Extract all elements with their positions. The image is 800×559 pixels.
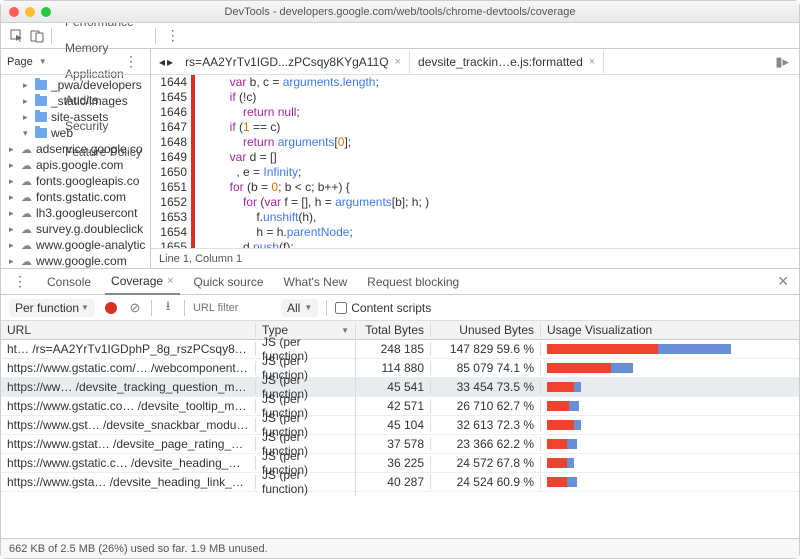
device-toggle-icon[interactable] (27, 26, 47, 46)
file-tab[interactable]: devsite_trackin…e.js:formatted× (410, 51, 604, 73)
export-button[interactable]: ⭳ (160, 300, 176, 316)
page-pane-header[interactable]: Page ▼ ⋮ (1, 49, 150, 75)
record-button[interactable] (103, 300, 119, 316)
content-scripts-checkbox[interactable]: Content scripts (335, 301, 431, 315)
drawer-tab-quick-source[interactable]: Quick source (188, 269, 270, 295)
code-editor[interactable]: var b, c = arguments.length; if (!c) ret… (195, 75, 799, 248)
tree-item[interactable]: ▸☁www.google.com (1, 253, 150, 268)
table-row[interactable]: https://www.gst… /devsite_snackbar_modul… (1, 416, 799, 435)
coverage-toolbar: Per function▼ ⊘ ⭳ All▼ Content scripts (1, 295, 799, 321)
file-tree: ▸_pwa/developers▸_static/images▸site-ass… (1, 75, 150, 268)
window-title: DevTools - developers.google.com/web/too… (1, 6, 799, 18)
cloud-icon: ☁ (21, 191, 32, 204)
cloud-icon: ☁ (21, 143, 32, 156)
table-row[interactable]: ht… /rs=AA2YrTv1IGDphP_8g_rszPCsqy8KYgA1… (1, 340, 799, 359)
nav-forward-icon[interactable]: ▸ (167, 55, 173, 69)
folder-icon (35, 128, 47, 138)
tree-item[interactable]: ▾web (1, 125, 150, 141)
tree-item[interactable]: ▸_static/images (1, 93, 150, 109)
main-tabstrip: ElementsConsoleSourcesNetworkPerformance… (1, 23, 799, 49)
cloud-icon: ☁ (21, 159, 32, 172)
per-function-select[interactable]: Per function▼ (9, 299, 95, 317)
window-titlebar: DevTools - developers.google.com/web/too… (1, 1, 799, 23)
drawer-tab-what's-new[interactable]: What's New (278, 269, 354, 295)
close-icon[interactable]: × (167, 275, 173, 287)
editor-status: Line 1, Column 1 (151, 248, 799, 268)
code-pane: ◂ ▸ rs=AA2YrTv1IGD...zPCsqy8KYgA11Q×devs… (151, 49, 799, 268)
table-row[interactable]: https://ww… /devsite_tracking_question_m… (1, 378, 799, 397)
drawer-tab-coverage[interactable]: Coverage× (105, 269, 179, 295)
cloud-icon: ☁ (21, 207, 32, 220)
line-gutter: 1644164516461647164816491650165116521653… (151, 75, 195, 248)
drawer-menu-button[interactable]: ⋮ (7, 273, 33, 290)
drawer-tab-console[interactable]: Console (41, 269, 97, 295)
tree-item[interactable]: ▸site-assets (1, 109, 150, 125)
url-filter-input[interactable] (193, 302, 273, 314)
table-header-row: URL Type▼ Total Bytes Unused Bytes Usage… (1, 321, 799, 340)
nav-back-icon[interactable]: ◂ (159, 55, 165, 69)
close-icon[interactable]: × (589, 56, 595, 68)
close-icon[interactable]: × (395, 56, 401, 68)
page-label: Page (7, 56, 33, 68)
tree-item[interactable]: ▸_pwa/developers (1, 77, 150, 93)
tree-item[interactable]: ▸☁fonts.gstatic.com (1, 189, 150, 205)
page-menu-button[interactable]: ⋮ (118, 53, 144, 70)
tree-item[interactable]: ▸☁lh3.googleusercont (1, 205, 150, 221)
cloud-icon: ☁ (21, 255, 32, 268)
col-viz[interactable]: Usage Visualization (541, 323, 799, 337)
drawer-close-button[interactable]: ✕ (773, 273, 793, 290)
tree-item[interactable]: ▸☁survey.g.doubleclick (1, 221, 150, 237)
table-row[interactable]: https://www.gsta… /devsite_heading_link_… (1, 473, 799, 492)
table-row[interactable]: https://www.gstat… /devsite_page_rating_… (1, 435, 799, 454)
main-menu-button[interactable]: ⋮ (160, 27, 186, 44)
table-row[interactable]: https://www.gstatic.com/… /webcomponents… (1, 359, 799, 378)
inspect-icon[interactable] (7, 26, 27, 46)
folder-icon (35, 112, 47, 122)
tree-item[interactable]: ▸☁adservice.google.co (1, 141, 150, 157)
folder-icon (35, 96, 47, 106)
cloud-icon: ☁ (21, 239, 32, 252)
col-unused[interactable]: Unused Bytes (431, 323, 541, 337)
cloud-icon: ☁ (21, 223, 32, 236)
drawer-tab-request-blocking[interactable]: Request blocking (361, 269, 465, 295)
col-total[interactable]: Total Bytes (356, 323, 431, 337)
drawer-tabstrip: ⋮ Console Coverage× Quick source What's New… (1, 269, 799, 295)
chevron-down-icon: ▼ (39, 57, 47, 66)
table-row[interactable]: https://www.gstatic.c… /devsite_heading_… (1, 454, 799, 473)
tree-item[interactable]: ▸☁apis.google.com (1, 157, 150, 173)
file-tab[interactable]: rs=AA2YrTv1IGD...zPCsqy8KYgA11Q× (177, 51, 410, 73)
tree-item[interactable]: ▸☁fonts.googleapis.co (1, 173, 150, 189)
clear-button[interactable]: ⊘ (127, 300, 143, 316)
type-filter-select[interactable]: All▼ (281, 299, 318, 317)
table-row[interactable]: https://www.gstatic.co… /devsite_tooltip… (1, 397, 799, 416)
page-pane: Page ▼ ⋮ ▸_pwa/developers▸_static/images… (1, 49, 151, 268)
cloud-icon: ☁ (21, 175, 32, 188)
coverage-table: URL Type▼ Total Bytes Unused Bytes Usage… (1, 321, 799, 538)
col-url[interactable]: URL (1, 323, 256, 337)
file-tabstrip: ◂ ▸ rs=AA2YrTv1IGD...zPCsqy8KYgA11Q×devs… (151, 49, 799, 75)
tree-item[interactable]: ▸☁www.google-analytic (1, 237, 150, 253)
folder-icon (35, 80, 47, 90)
file-list-icon[interactable]: ▮▸ (769, 54, 795, 70)
coverage-summary: 662 KB of 2.5 MB (26%) used so far. 1.9 … (1, 538, 799, 558)
